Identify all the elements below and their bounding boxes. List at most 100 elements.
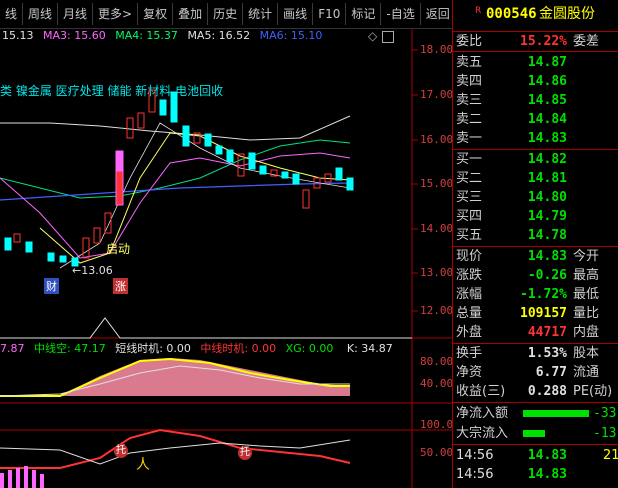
indicator-histogram xyxy=(0,357,350,397)
toolbar-history[interactable]: 历史 xyxy=(208,3,244,25)
sell-4-row[interactable]: 卖四 14.86 xyxy=(453,72,618,91)
toolbar-f10[interactable]: F10 xyxy=(313,3,347,25)
price-tick-14: 14.00 xyxy=(420,222,454,235)
net-inflow-label: 净流入额 xyxy=(456,406,509,421)
ind-left-value: 7.87 xyxy=(0,342,25,355)
buy-4-row[interactable]: 买四 14.79 xyxy=(453,207,618,226)
sell-2-price: 14.84 xyxy=(527,112,567,127)
low-price-label: ←13.06 xyxy=(72,264,113,277)
sell-3-label: 卖三 xyxy=(456,93,483,108)
sell-2-row[interactable]: 卖二 14.84 xyxy=(453,110,618,129)
buy-5-label: 买五 xyxy=(456,228,483,243)
open-label: 今开 xyxy=(573,249,600,264)
net-assets-label: 净资 xyxy=(456,365,483,380)
stock-code: 000546 xyxy=(486,6,537,22)
quote-volume-row: 总量 109157 量比 xyxy=(453,304,618,323)
volume-value: 109157 xyxy=(520,306,567,321)
toolbar-overlay[interactable]: 叠加 xyxy=(173,3,209,25)
buy-4-price: 14.79 xyxy=(527,209,567,224)
buy-1-row[interactable]: 买一 14.82 xyxy=(453,150,618,169)
buy-4-label: 买四 xyxy=(456,209,483,224)
tuo-badge-1[interactable]: 托 xyxy=(114,444,128,458)
price-tick-12: 12.00 xyxy=(420,304,454,317)
current-price-value: 14.83 xyxy=(527,249,567,264)
limit-up-badge[interactable]: 涨 xyxy=(113,278,128,294)
current-price-label: 现价 xyxy=(456,249,483,264)
tuo-badge-2[interactable]: 托 xyxy=(238,446,252,460)
toolbar-week-line[interactable]: 周线 xyxy=(23,3,59,25)
sell-2-label: 卖二 xyxy=(456,112,483,127)
turnover-value: 1.53% xyxy=(527,346,567,361)
toolbar-back[interactable]: 返回 xyxy=(421,3,456,25)
flow-bars xyxy=(0,466,44,488)
flow-tick-100: 100.0 xyxy=(420,418,454,431)
pct-label: 涨幅 xyxy=(456,287,483,302)
toolbar-restore-rights[interactable]: 复权 xyxy=(138,3,174,25)
order-diff-label: 委差 xyxy=(573,34,600,49)
tick-price: 14.83 xyxy=(527,448,567,463)
quote-outer-row: 外盘 44717 内盘 xyxy=(453,323,618,342)
sell-1-price: 14.83 xyxy=(527,131,567,146)
price-tick-17: 17.00 xyxy=(420,88,454,101)
change-label: 涨跌 xyxy=(456,268,483,283)
block-inflow-label: 大宗流入 xyxy=(456,426,509,441)
price-tick-18: 18.00 xyxy=(420,43,454,56)
price-tick-16: 16.00 xyxy=(420,133,454,146)
outer-value: 44717 xyxy=(527,325,567,340)
quote-change-row: 涨跌 -0.26 最高 xyxy=(453,266,618,285)
tick-volume: 21 xyxy=(603,448,618,463)
buy-1-price: 14.82 xyxy=(527,152,567,167)
low-label: 最低 xyxy=(573,287,600,302)
sell-3-price: 14.85 xyxy=(527,93,567,108)
buy-5-row[interactable]: 买五 14.78 xyxy=(453,226,618,245)
price-tick-13: 13.00 xyxy=(420,266,454,279)
buy-3-price: 14.80 xyxy=(527,190,567,205)
inner-label: 内盘 xyxy=(573,325,600,340)
price-tick-15: 15.00 xyxy=(420,177,454,190)
ind-tick-40: 40.00 xyxy=(420,377,454,390)
tick-row-1: 14:56 14.83 21 xyxy=(453,446,618,465)
candles xyxy=(4,89,354,267)
r-mark: R xyxy=(475,6,482,16)
eps-label: 收益(三) xyxy=(456,384,506,399)
block-inflow-bar xyxy=(523,430,545,437)
toolbar-draw-line[interactable]: 画线 xyxy=(278,3,314,25)
xg-value: XG: 0.00 xyxy=(285,342,334,355)
float-label: 流通 xyxy=(573,365,600,380)
duanxian-shiji: 短线时机: 0.00 xyxy=(115,342,191,355)
volume-ratio-label: 量比 xyxy=(573,306,600,321)
buy-5-price: 14.78 xyxy=(527,228,567,243)
toolbar-statistics[interactable]: 统计 xyxy=(243,3,279,25)
zhongxian-shiji: 中线时机: 0.00 xyxy=(200,342,277,355)
zhongxian-kong: 中线空: 47.17 xyxy=(34,342,106,355)
kline-chart[interactable] xyxy=(0,28,452,488)
toolbar-mark[interactable]: 标记 xyxy=(346,3,382,25)
k-value: K: 34.87 xyxy=(346,342,393,355)
net-inflow-value: -331 xyxy=(593,406,618,421)
quote-panel: R 000546 金圆股份 委比 15.22% 委差 卖五 14.87 卖四 1… xyxy=(452,0,618,488)
earnings-badge[interactable]: 财 xyxy=(44,278,59,294)
pe-label: PE(动) xyxy=(573,384,613,399)
indicator-legend: 7.87 中线空: 47.17 短线时机: 0.00 中线时机: 0.00 XG… xyxy=(0,340,393,356)
flow-tick-50: 50.00 xyxy=(420,446,454,459)
sell-5-row[interactable]: 卖五 14.87 xyxy=(453,53,618,72)
volume-label: 总量 xyxy=(456,306,483,321)
toolbar-day-line[interactable]: 线 xyxy=(0,3,24,25)
flow-white-line xyxy=(0,439,351,465)
block-inflow-row: 大宗流入 -131 xyxy=(453,424,618,443)
stock-header: R 000546 金圆股份 xyxy=(453,5,618,24)
sell-1-row[interactable]: 卖一 14.83 xyxy=(453,129,618,148)
net-inflow-bar xyxy=(523,410,589,417)
toolbar-more[interactable]: 更多> xyxy=(93,3,139,25)
buy-2-row[interactable]: 买二 14.81 xyxy=(453,169,618,188)
sell-3-row[interactable]: 卖三 14.85 xyxy=(453,91,618,110)
sell-4-price: 14.86 xyxy=(527,74,567,89)
net-inflow-row: 净流入额 -331 xyxy=(453,404,618,423)
tick-time: 14:56 xyxy=(456,467,494,482)
buy-3-row[interactable]: 买三 14.80 xyxy=(453,188,618,207)
qidong-label: 启动 xyxy=(106,242,131,256)
toolbar-remove-watchlist[interactable]: -自选 xyxy=(381,3,421,25)
toolbar-month-line[interactable]: 月线 xyxy=(58,3,94,25)
eps-row: 收益(三) 0.288 PE(动) xyxy=(453,382,618,401)
outer-label: 外盘 xyxy=(456,325,483,340)
